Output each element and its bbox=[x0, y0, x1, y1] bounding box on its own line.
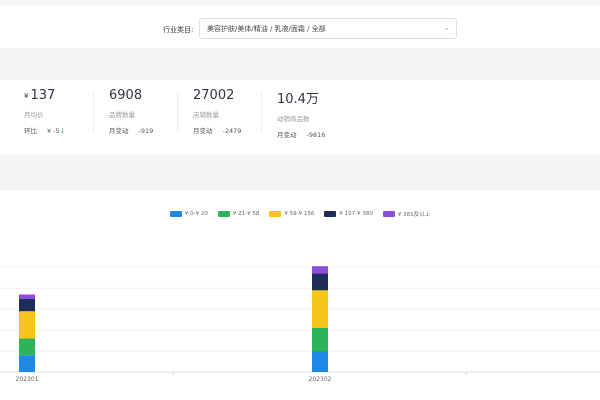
stat-label: 品牌数量 bbox=[109, 111, 135, 119]
change-value: -9816 bbox=[306, 131, 326, 139]
stat-label: 动销商品数 bbox=[277, 115, 310, 123]
x-tick-label: 202301 bbox=[16, 376, 39, 383]
stat-value: 10.4万 bbox=[277, 92, 319, 107]
stat-change: 月变动 -2479 bbox=[193, 125, 241, 135]
stat-change: 月变动 -919 bbox=[109, 125, 153, 135]
stat-shop-count: 27002 店铺数量 月变动 -2479 bbox=[193, 88, 241, 135]
bar-segment[interactable] bbox=[312, 290, 328, 328]
stat-value: 27002 bbox=[193, 88, 235, 103]
x-tick-label: 202302 bbox=[309, 376, 332, 383]
bar-segment[interactable] bbox=[19, 298, 35, 312]
chart-card: ¥ 0-¥ 20 ¥ 21-¥ 58 ¥ 59-¥ 156 ¥ 157-¥ 380 ¥ … bbox=[0, 190, 600, 400]
stat-brand-count: 6908 品牌数量 月变动 -919 bbox=[109, 88, 153, 135]
bar-segment[interactable] bbox=[312, 351, 328, 372]
stats-card: ¥137 月均价 环比 ¥ -5↓ 6908 品牌数量 月变动 -919 27002… bbox=[0, 80, 600, 155]
bar-segment[interactable] bbox=[19, 294, 35, 299]
category-filter-label: 行业类目: bbox=[163, 26, 194, 34]
stat-label: 店铺数量 bbox=[193, 111, 219, 119]
change-value: -919 bbox=[138, 127, 154, 135]
change-value: -2479 bbox=[222, 127, 242, 135]
stat-active-products: 10.4万 动销商品数 月变动 -9816 bbox=[277, 88, 325, 139]
price-distribution-chart: 202301 202302 bbox=[0, 266, 600, 383]
stat-label: 月均价 bbox=[24, 111, 44, 119]
stat-value: ¥137 bbox=[24, 88, 65, 103]
change-label: 月变动 bbox=[193, 127, 213, 135]
change-label: 月变动 bbox=[109, 127, 129, 135]
stat-change: 月变动 -9816 bbox=[277, 129, 325, 139]
divider bbox=[261, 92, 262, 132]
bar-segment[interactable] bbox=[312, 266, 328, 274]
category-select-value: 美容护肤/美体/精油 / 乳液/面霜 / 全部 bbox=[207, 25, 326, 33]
change-label: 环比 bbox=[24, 127, 37, 135]
avg-price-value: 137 bbox=[30, 88, 56, 103]
stat-value: 6908 bbox=[109, 88, 143, 103]
bar-segment[interactable] bbox=[19, 355, 35, 372]
bar-segment[interactable] bbox=[19, 338, 35, 356]
bar-segment[interactable] bbox=[19, 311, 35, 339]
divider bbox=[177, 92, 178, 132]
stat-change: 环比 ¥ -5↓ bbox=[24, 125, 65, 135]
bar-segment[interactable] bbox=[312, 273, 328, 291]
bar-segment[interactable] bbox=[312, 328, 328, 352]
change-label: 月变动 bbox=[277, 131, 297, 139]
chevron-down-icon: ⌄ bbox=[443, 23, 450, 32]
divider bbox=[93, 92, 94, 132]
arrow-down-icon: ↓ bbox=[59, 127, 66, 135]
stat-avg-price: ¥137 月均价 环比 ¥ -5↓ bbox=[24, 88, 65, 135]
filter-card: 行业类目: 美容护肤/美体/精油 / 乳液/面霜 / 全部 ⌄ bbox=[0, 5, 600, 48]
currency-symbol: ¥ bbox=[24, 91, 29, 100]
change-value: ¥ -5 bbox=[47, 127, 60, 135]
category-select[interactable]: 美容护肤/美体/精油 / 乳液/面霜 / 全部 ⌄ bbox=[199, 18, 457, 39]
